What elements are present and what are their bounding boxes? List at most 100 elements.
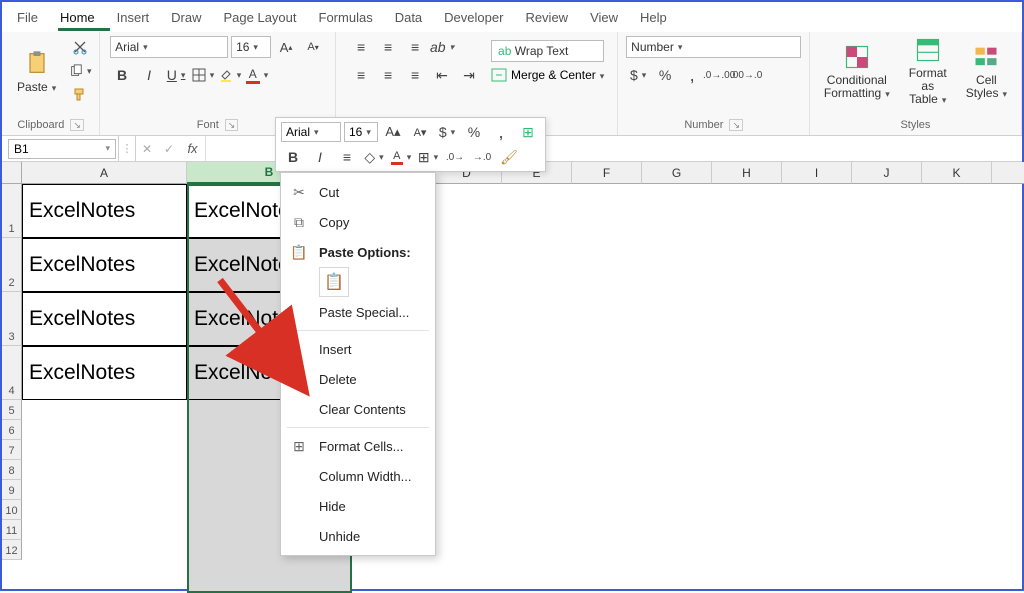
- cell-a3[interactable]: ExcelNotes: [22, 292, 187, 346]
- shrink-font-icon[interactable]: A▾: [301, 36, 325, 58]
- mini-increase-decimal-icon[interactable]: .0→: [443, 146, 467, 168]
- number-launcher[interactable]: ↘: [729, 119, 743, 131]
- comma-format-icon[interactable]: ,: [680, 64, 704, 86]
- cut-icon[interactable]: [68, 36, 92, 58]
- mini-font-color-icon[interactable]: A: [389, 146, 413, 168]
- name-box-expand-icon[interactable]: ⋮: [118, 136, 136, 161]
- ctx-paste-keep-source[interactable]: 📋: [319, 267, 349, 297]
- fill-color-button[interactable]: [218, 64, 242, 86]
- mini-percent-icon[interactable]: %: [462, 121, 486, 143]
- font-launcher[interactable]: ↘: [225, 119, 239, 131]
- indent-increase-icon[interactable]: ⇥: [457, 64, 481, 86]
- cell-styles-button[interactable]: CellStyles: [958, 43, 1015, 100]
- col-header-a[interactable]: A: [22, 162, 187, 184]
- col-header-l[interactable]: L: [992, 162, 1024, 184]
- tab-help[interactable]: Help: [629, 6, 678, 29]
- paste-button[interactable]: Paste: [9, 49, 64, 94]
- col-header-f[interactable]: F: [572, 162, 642, 184]
- fx-icon[interactable]: fx: [180, 136, 206, 161]
- conditional-formatting-button[interactable]: ConditionalFormatting: [816, 43, 898, 100]
- tab-view[interactable]: View: [579, 6, 629, 29]
- mini-fill-color-icon[interactable]: ◇: [362, 146, 386, 168]
- mini-currency-icon[interactable]: $: [435, 121, 459, 143]
- row-header-7[interactable]: 7: [2, 440, 22, 460]
- mini-table-icon[interactable]: ⊞: [516, 121, 540, 143]
- align-right-icon[interactable]: ≡: [403, 64, 427, 86]
- grow-font-icon[interactable]: A▴: [274, 36, 298, 58]
- borders-button[interactable]: [191, 64, 215, 86]
- cell-a4[interactable]: ExcelNotes: [22, 346, 187, 400]
- col-header-g[interactable]: G: [642, 162, 712, 184]
- mini-grow-font-icon[interactable]: A▴: [381, 121, 405, 143]
- font-name-select[interactable]: Arial: [110, 36, 228, 58]
- col-header-i[interactable]: I: [782, 162, 852, 184]
- number-format-select[interactable]: Number: [626, 36, 801, 58]
- mini-font-size[interactable]: 16: [344, 122, 378, 142]
- align-bottom-icon[interactable]: ≡: [403, 36, 427, 58]
- accounting-format-icon[interactable]: $: [626, 64, 650, 86]
- font-size-select[interactable]: 16: [231, 36, 271, 58]
- indent-decrease-icon[interactable]: ⇤: [430, 64, 454, 86]
- mini-borders-icon[interactable]: ⊞: [416, 146, 440, 168]
- tab-file[interactable]: File: [6, 6, 49, 29]
- align-left-icon[interactable]: ≡: [349, 64, 373, 86]
- ctx-column-width[interactable]: Column Width...: [281, 461, 435, 491]
- align-top-icon[interactable]: ≡: [349, 36, 373, 58]
- row-header-10[interactable]: 10: [2, 500, 22, 520]
- tab-data[interactable]: Data: [384, 6, 433, 29]
- mini-italic-icon[interactable]: I: [308, 146, 332, 168]
- ctx-cut[interactable]: ✂Cut: [281, 177, 435, 207]
- decrease-decimal-icon[interactable]: .00→.0: [734, 64, 758, 86]
- format-as-table-button[interactable]: Format asTable: [901, 36, 955, 107]
- tab-developer[interactable]: Developer: [433, 6, 514, 29]
- tab-page-layout[interactable]: Page Layout: [213, 6, 308, 29]
- italic-button[interactable]: I: [137, 64, 161, 86]
- tab-review[interactable]: Review: [514, 6, 579, 29]
- row-header-1[interactable]: 1: [2, 184, 22, 238]
- copy-icon[interactable]: [68, 60, 92, 82]
- cancel-formula-icon[interactable]: ✕: [136, 142, 158, 156]
- cell-a1[interactable]: ExcelNotes: [22, 184, 187, 238]
- clipboard-launcher[interactable]: ↘: [70, 119, 84, 131]
- enter-formula-icon[interactable]: ✓: [158, 142, 180, 156]
- mini-shrink-font-icon[interactable]: A▾: [408, 121, 432, 143]
- row-header-2[interactable]: 2: [2, 238, 22, 292]
- row-header-11[interactable]: 11: [2, 520, 22, 540]
- merge-center-button[interactable]: Merge & Center: [491, 68, 604, 82]
- mini-format-painter-icon[interactable]: 🖌: [497, 146, 521, 168]
- bold-button[interactable]: B: [110, 64, 134, 86]
- col-header-h[interactable]: H: [712, 162, 782, 184]
- select-all-corner[interactable]: [2, 162, 22, 184]
- ctx-insert[interactable]: Insert: [281, 334, 435, 364]
- mini-comma-icon[interactable]: ,: [489, 121, 513, 143]
- underline-button[interactable]: U: [164, 64, 188, 86]
- ctx-copy[interactable]: ⧉Copy: [281, 207, 435, 237]
- worksheet-grid[interactable]: A B C D E F G H I J K L 1 2 3 4 5 6 7 8 …: [2, 162, 1022, 593]
- orientation-icon[interactable]: ab: [430, 36, 454, 58]
- align-center-icon[interactable]: ≡: [376, 64, 400, 86]
- tab-insert[interactable]: Insert: [106, 6, 161, 29]
- ctx-unhide[interactable]: Unhide: [281, 521, 435, 551]
- percent-format-icon[interactable]: %: [653, 64, 677, 86]
- font-color-button[interactable]: A: [245, 64, 269, 86]
- mini-bold-icon[interactable]: B: [281, 146, 305, 168]
- col-header-k[interactable]: K: [922, 162, 992, 184]
- row-header-5[interactable]: 5: [2, 400, 22, 420]
- row-header-3[interactable]: 3: [2, 292, 22, 346]
- increase-decimal-icon[interactable]: .0→.00: [707, 64, 731, 86]
- tab-home[interactable]: Home: [49, 6, 106, 29]
- row-header-4[interactable]: 4: [2, 346, 22, 400]
- mini-align-icon[interactable]: ≡: [335, 146, 359, 168]
- row-header-6[interactable]: 6: [2, 420, 22, 440]
- ctx-clear-contents[interactable]: Clear Contents: [281, 394, 435, 424]
- col-header-j[interactable]: J: [852, 162, 922, 184]
- align-middle-icon[interactable]: ≡: [376, 36, 400, 58]
- name-box[interactable]: B1▾: [8, 139, 116, 159]
- mini-font-name[interactable]: Arial: [281, 122, 341, 142]
- row-header-12[interactable]: 12: [2, 540, 22, 560]
- ctx-format-cells[interactable]: ⊞Format Cells...: [281, 431, 435, 461]
- tab-formulas[interactable]: Formulas: [308, 6, 384, 29]
- cell-a2[interactable]: ExcelNotes: [22, 238, 187, 292]
- ctx-paste-special[interactable]: Paste Special...: [281, 297, 435, 327]
- ctx-delete[interactable]: Delete: [281, 364, 435, 394]
